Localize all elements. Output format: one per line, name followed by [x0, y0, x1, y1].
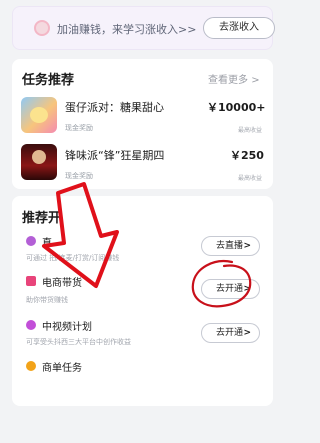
go-live-label: 去直播 — [216, 241, 244, 251]
task-title: 蛋仔派对：糖果甜心 — [65, 101, 164, 114]
earn-more-banner[interactable]: 加油赚钱，来学习涨收入>> 去涨收入 — [12, 6, 275, 50]
cart-icon — [26, 276, 36, 286]
chevron-right-icon: > — [243, 328, 251, 338]
live-icon — [26, 236, 36, 246]
live-title: 直 — [42, 238, 52, 249]
task-price: ￥10000+ — [207, 101, 266, 114]
chevron-right-icon: > — [243, 284, 251, 294]
task-thumbnail — [21, 97, 57, 133]
ecommerce-title: 电商带货 — [42, 278, 82, 289]
task-price: ￥250 — [230, 149, 264, 162]
view-more-label: 查看更多 — [208, 75, 248, 86]
task-reward-type: 现金奖励 — [65, 172, 93, 180]
chevron-right-icon: > — [251, 75, 260, 86]
increase-income-button[interactable]: 去涨收入 — [203, 17, 275, 39]
view-more-link[interactable]: 查看更多 > — [208, 71, 260, 86]
task-section-title: 任务推荐 — [22, 73, 75, 88]
task-thumbnail — [21, 144, 57, 180]
business-orders-title: 商单任务 — [42, 363, 82, 374]
recommend-open-card: 推荐开 直 可通过 拍/连麦/打赏/订阅赚钱 去直播 > 电商带货 助你带货赚钱… — [12, 196, 273, 406]
live-desc: 可通过 拍/连麦/打赏/订阅赚钱 — [26, 254, 120, 262]
go-live-button[interactable]: 去直播 > — [201, 236, 260, 256]
open-mid-video-button[interactable]: 去开通 > — [201, 323, 260, 343]
video-plan-icon — [26, 320, 36, 330]
mid-video-title: 中视频计划 — [42, 322, 92, 333]
task-reward-type: 现金奖励 — [65, 124, 93, 132]
task-price-note: 最高收益 — [238, 127, 263, 134]
banner-text: 加油赚钱，来学习涨收入>> — [57, 23, 197, 36]
chevron-right-icon: > — [243, 241, 251, 251]
recommend-section-title: 推荐开 — [22, 211, 62, 226]
ecommerce-desc: 助你带货赚钱 — [26, 296, 68, 304]
task-title: 锋味派“锋”狂星期四 — [65, 149, 165, 162]
task-recommend-card: 任务推荐 查看更多 > 蛋仔派对：糖果甜心 现金奖励 ￥10000+ 最高收益 … — [12, 59, 273, 189]
mid-video-desc: 可享受头抖西三大平台中创作收益 — [26, 338, 131, 346]
coin-icon — [34, 20, 50, 36]
open-ecommerce-button[interactable]: 去开通 > — [201, 279, 260, 299]
trophy-icon — [26, 361, 36, 371]
task-price-note: 最高收益 — [238, 175, 263, 182]
open-mid-video-label: 去开通 — [216, 328, 244, 338]
open-ecommerce-label: 去开通 — [216, 284, 244, 294]
